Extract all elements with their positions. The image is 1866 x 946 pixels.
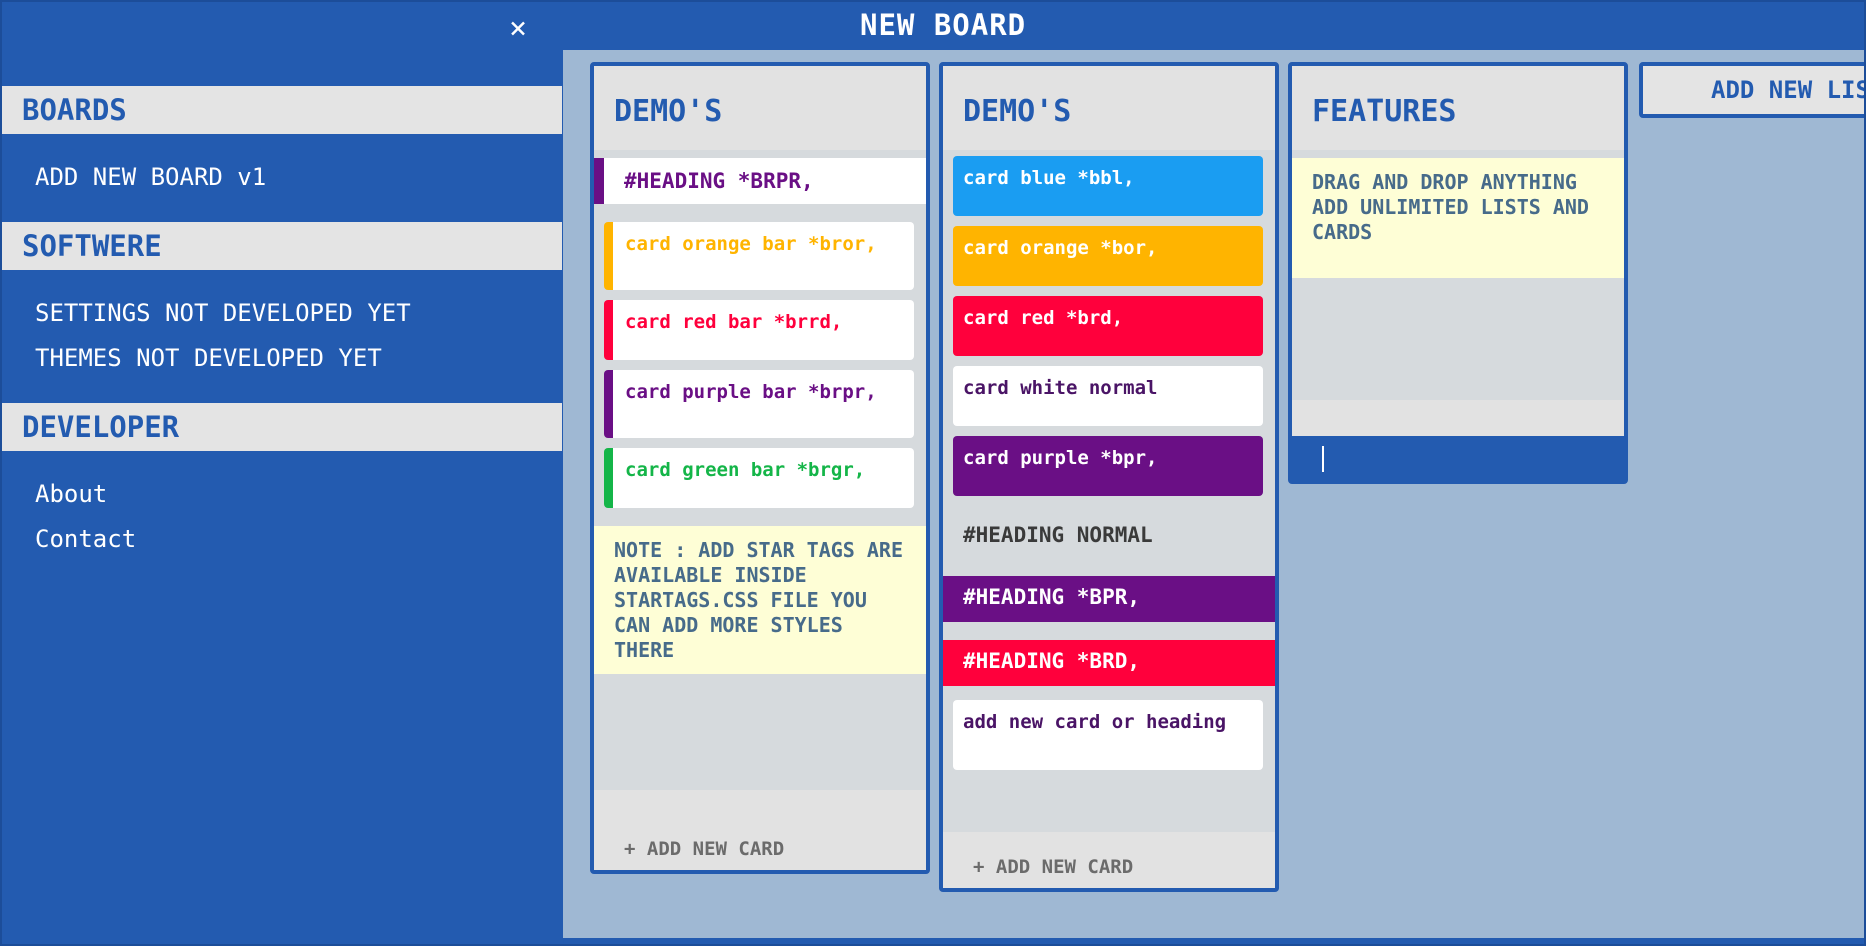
close-icon[interactable]: × <box>505 14 531 44</box>
sidebar-section-developer: DEVELOPER <box>2 403 562 451</box>
card-purple-bar[interactable]: card purple bar *brpr, <box>604 370 914 438</box>
board-area: DEMO'S #HEADING *BRPR, card orange bar *… <box>563 50 1864 938</box>
add-card-button[interactable]: + ADD NEW CARD <box>973 856 1133 878</box>
card-purple[interactable]: card purple *bpr, <box>953 436 1263 496</box>
app-window: NEW BOARD × BOARDS ADD NEW BOARD v1 SOFT… <box>0 0 1866 946</box>
card-red[interactable]: card red *brd, <box>953 296 1263 356</box>
add-new-list-button[interactable]: ADD NEW LIST <box>1639 62 1864 118</box>
add-card-button[interactable]: + ADD NEW CARD <box>624 838 784 860</box>
card-white[interactable]: card white normal <box>953 366 1263 426</box>
sidebar-section-boards: BOARDS <box>2 86 562 134</box>
card-orange-bar[interactable]: card orange bar *bror, <box>604 222 914 290</box>
sidebar-item-add-new-board[interactable]: ADD NEW BOARD v1 <box>35 163 266 191</box>
card-green-bar[interactable]: card green bar *brgr, <box>604 448 914 508</box>
heading-normal[interactable]: #HEADING NORMAL <box>943 512 1275 558</box>
list-title: FEATURES <box>1312 94 1457 129</box>
board-title: NEW BOARD <box>860 8 1027 42</box>
new-card-input[interactable] <box>1292 436 1624 480</box>
card-add-new-card-or-heading[interactable]: add new card or heading <box>953 700 1263 770</box>
sidebar-item-contact[interactable]: Contact <box>35 525 136 553</box>
horizontal-scrollbar[interactable] <box>563 939 1775 944</box>
top-bar: NEW BOARD <box>2 2 1864 50</box>
list-demos-2[interactable]: DEMO'S card blue *bbl, card orange *bor,… <box>939 62 1279 892</box>
note-card[interactable]: NOTE : ADD STAR TAGS ARE AVAILABLE INSID… <box>594 526 926 674</box>
sidebar: × BOARDS ADD NEW BOARD v1 SOFTWERE SETTI… <box>2 14 562 944</box>
card-red-bar[interactable]: card red bar *brrd, <box>604 300 914 360</box>
card-orange[interactable]: card orange *bor, <box>953 226 1263 286</box>
card-blue[interactable]: card blue *bbl, <box>953 156 1263 216</box>
note-card[interactable]: DRAG AND DROP ANYTHING ADD UNLIMITED LIS… <box>1292 158 1624 278</box>
list-title: DEMO'S <box>614 94 723 129</box>
sidebar-item-themes[interactable]: THEMES NOT DEVELOPED YET <box>35 344 382 372</box>
list-title: DEMO'S <box>963 94 1072 129</box>
sidebar-section-software: SOFTWERE <box>2 222 562 270</box>
heading-purple[interactable]: #HEADING *BPR, <box>943 576 1275 622</box>
text-caret <box>1322 446 1324 472</box>
list-features[interactable]: FEATURES DRAG AND DROP ANYTHING ADD UNLI… <box>1288 62 1628 484</box>
sidebar-item-settings[interactable]: SETTINGS NOT DEVELOPED YET <box>35 299 411 327</box>
sidebar-item-about[interactable]: About <box>35 480 107 508</box>
list-demos-1[interactable]: DEMO'S #HEADING *BRPR, card orange bar *… <box>590 62 930 874</box>
heading-card[interactable]: #HEADING *BRPR, <box>594 158 926 204</box>
heading-red[interactable]: #HEADING *BRD, <box>943 640 1275 686</box>
